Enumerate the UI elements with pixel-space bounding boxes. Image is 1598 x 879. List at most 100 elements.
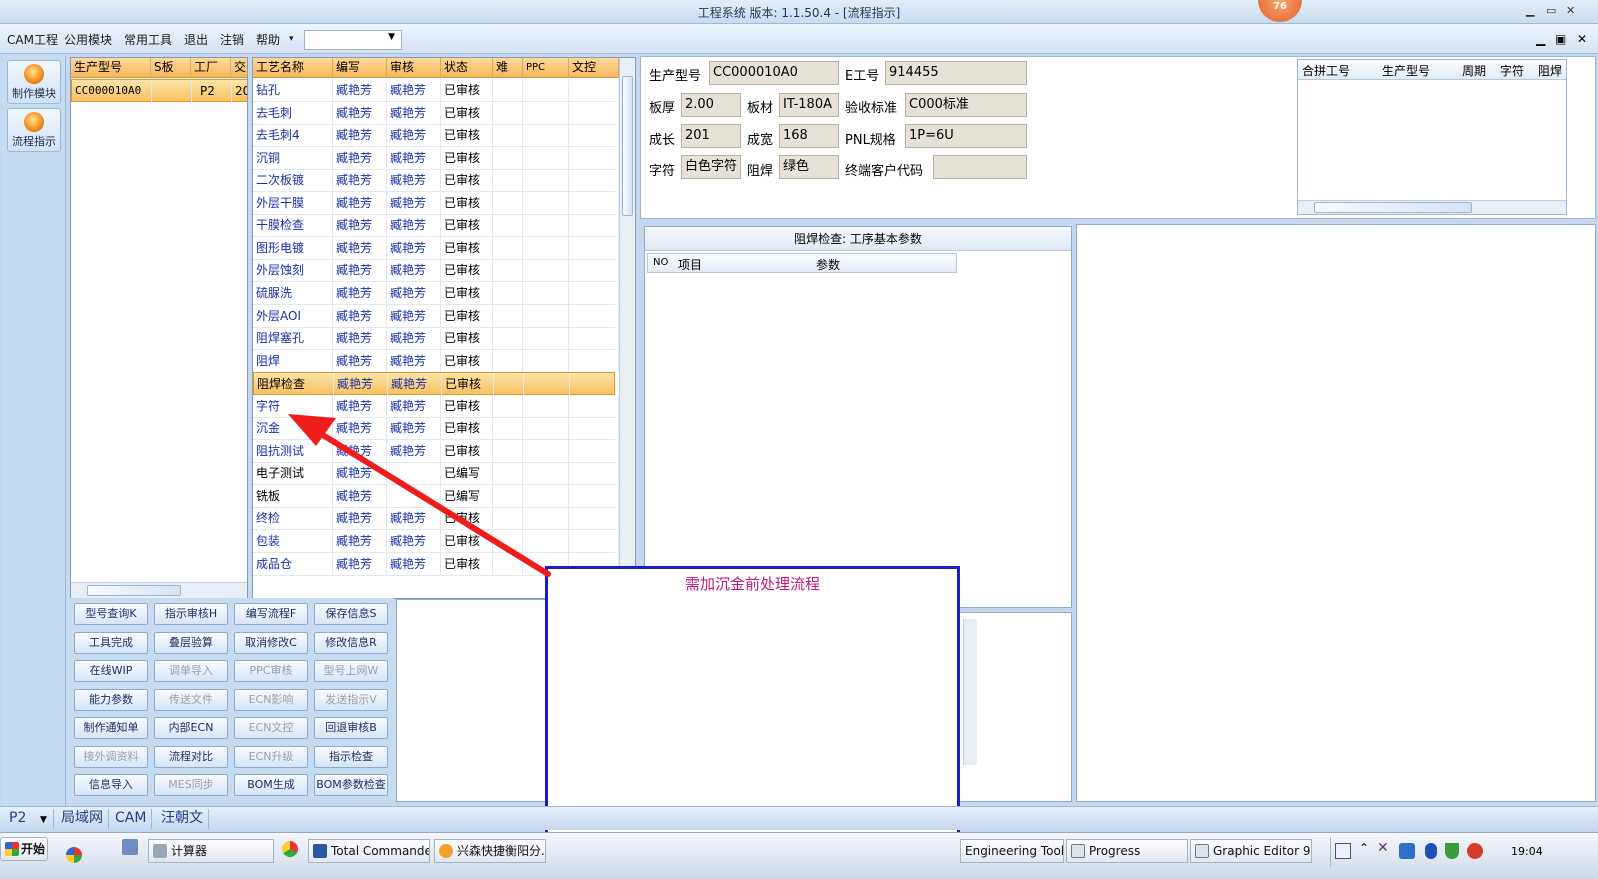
mdi-restore-icon[interactable]: ▣ (1555, 32, 1566, 46)
function-button[interactable]: 内部ECN (154, 717, 228, 739)
function-button[interactable]: 修改信息R (314, 631, 388, 654)
acceptance-standard-field[interactable]: C000标准 (905, 93, 1027, 117)
col-header[interactable]: 合拼工号 (1302, 62, 1350, 79)
minimize-icon[interactable]: ▁ (1526, 4, 1534, 17)
table-row[interactable]: 干膜检查 臧艳芳 臧艳芳 已审核 (253, 214, 619, 238)
tray-x-icon[interactable]: ✕ (1377, 840, 1389, 856)
table-row[interactable]: 外层干膜 臧艳芳 臧艳芳 已审核 (253, 191, 619, 215)
col-header[interactable]: 审核 (387, 58, 441, 78)
function-button[interactable]: 制作通知单 (74, 717, 148, 739)
col-header[interactable]: 阻焊 (1538, 62, 1562, 79)
chevron-down-icon[interactable]: ▼ (388, 32, 395, 42)
toolstrip-make-module[interactable]: 制作模块 (7, 60, 61, 104)
col-header[interactable]: 工厂 (191, 58, 231, 78)
table-row[interactable]: 铣板 臧艳芳 已编写 (253, 484, 619, 508)
horizontal-scrollbar[interactable] (71, 582, 247, 598)
scroll-thumb[interactable] (87, 585, 181, 596)
col-header[interactable]: 项目 (678, 256, 702, 273)
bluetooth-icon[interactable] (1425, 843, 1437, 859)
col-header[interactable]: 周期 (1462, 62, 1486, 79)
function-button[interactable]: BOM参数检查 (314, 774, 388, 796)
function-button[interactable]: 取消修改C (234, 631, 308, 654)
menu-help[interactable]: 帮助 (256, 31, 280, 48)
end-customer-code-field[interactable] (933, 155, 1027, 179)
e-number-field[interactable]: 914455 (885, 61, 1027, 85)
table-row[interactable]: 字符 臧艳芳 臧艳芳 已审核 (253, 394, 619, 418)
chevron-down-icon[interactable]: ▾ (289, 34, 294, 44)
task-company[interactable]: 兴森快捷衡阳分... (434, 839, 546, 863)
table-row[interactable]: 外层AOI 臧艳芳 臧艳芳 已审核 (253, 304, 619, 328)
col-header[interactable]: 难 (493, 58, 523, 78)
col-header[interactable]: 字符 (1500, 62, 1524, 79)
vertical-scrollbar[interactable] (963, 619, 977, 765)
table-row[interactable]: 电子测试 臧艳芳 已编写 (253, 462, 619, 486)
start-button[interactable]: 开始 (0, 837, 48, 861)
restore-icon[interactable]: ▭ (1546, 4, 1556, 17)
clock[interactable]: 19:04 (1511, 845, 1543, 858)
vertical-scrollbar[interactable] (619, 58, 635, 598)
tray-app-icon[interactable] (1467, 843, 1483, 859)
tray-network-icon[interactable] (1399, 843, 1415, 859)
close-icon[interactable]: ✕ (1566, 4, 1575, 17)
desktop-icon[interactable] (122, 839, 138, 855)
function-button[interactable]: 叠层验算 (154, 631, 228, 654)
task-graphic-editor[interactable]: Graphic Editor 9.0... (1190, 839, 1312, 863)
table-row[interactable]: 外层蚀刻 臧艳芳 臧艳芳 已审核 (253, 259, 619, 283)
table-row[interactable]: 二次板镀 臧艳芳 臧艳芳 已审核 (253, 169, 619, 193)
menu-logout[interactable]: 注销 (220, 31, 244, 48)
col-header[interactable]: 交 (231, 58, 247, 78)
chevron-down-icon[interactable]: ▼ (40, 815, 47, 825)
character-field[interactable]: 白色字符 (681, 155, 741, 179)
tray-expand-icon[interactable]: ⌃ (1359, 841, 1369, 855)
col-header[interactable]: 参数 (816, 256, 840, 273)
table-row[interactable]: 沉铜 臧艳芳 臧艳芳 已审核 (253, 146, 619, 170)
solder-mask-field[interactable]: 绿色 (779, 155, 839, 179)
function-button[interactable]: 指示检查 (314, 745, 388, 768)
function-button[interactable]: 指示审核H (154, 603, 228, 625)
pnl-spec-field[interactable]: 1P=6U (905, 124, 1027, 148)
table-row[interactable]: 钻孔 臧艳芳 臧艳芳 已审核 (253, 79, 619, 102)
table-row[interactable]: 包装 臧艳芳 臧艳芳 已审核 (253, 530, 619, 553)
table-row[interactable]: CC000010A0 P2 20 (71, 79, 247, 102)
mdi-minimize-icon[interactable]: ▁ (1536, 32, 1545, 46)
menu-combo[interactable]: ▼ (304, 30, 402, 50)
function-button[interactable]: 回退审核B (314, 717, 388, 739)
function-button[interactable]: 保存信息S (314, 603, 388, 625)
col-header[interactable]: S板 (151, 58, 191, 78)
table-row[interactable]: 去毛刺4 臧艳芳 臧艳芳 已审核 (253, 124, 619, 148)
scroll-thumb[interactable] (1314, 202, 1472, 213)
table-row[interactable]: 去毛刺 臧艳芳 臧艳芳 已审核 (253, 101, 619, 125)
width-field[interactable]: 168 (779, 124, 839, 148)
product-model-field[interactable]: CC000010A0 (709, 61, 839, 85)
table-row[interactable]: 图形电镀 臧艳芳 臧艳芳 已审核 (253, 236, 619, 260)
col-header[interactable]: NO (653, 257, 668, 268)
horizontal-scrollbar[interactable] (1298, 200, 1566, 214)
col-header[interactable]: 文控 (569, 58, 619, 78)
menu-common-modules[interactable]: 公用模块 (64, 31, 112, 48)
table-row[interactable]: 阻焊塞孔 臧艳芳 臧艳芳 已审核 (253, 327, 619, 351)
function-button[interactable]: 能力参数 (74, 688, 148, 711)
menu-cam[interactable]: CAM工程 (7, 31, 58, 48)
function-button[interactable]: 工具完成 (74, 631, 148, 654)
col-header[interactable]: 生产型号 (1382, 62, 1430, 79)
tray-window-icon[interactable] (1335, 843, 1351, 859)
col-header[interactable]: 状态 (441, 58, 493, 78)
col-header[interactable]: PPC (523, 58, 569, 78)
function-button[interactable]: 型号查询K (74, 603, 148, 625)
function-button[interactable]: 信息导入 (74, 774, 148, 796)
table-row[interactable]: 阻焊 臧艳芳 臧艳芳 已审核 (253, 349, 619, 373)
task-total-commander[interactable]: Total Commander ... (308, 839, 430, 863)
task-engineering-toolkit[interactable]: Engineering Toolki... (960, 839, 1064, 863)
function-button[interactable]: 编写流程F (234, 603, 308, 625)
col-header[interactable]: 工艺名称 (253, 58, 333, 78)
material-field[interactable]: IT-180A (779, 93, 839, 117)
quicklaunch-icon[interactable] (66, 847, 82, 863)
shield-icon[interactable] (1445, 843, 1459, 859)
task-progress[interactable]: Progress (1066, 839, 1188, 863)
function-button[interactable]: 流程对比 (154, 745, 228, 768)
menu-exit[interactable]: 退出 (184, 31, 208, 48)
length-field[interactable]: 201 (681, 124, 741, 148)
table-row[interactable]: 阻焊检查 臧艳芳 臧艳芳 已审核 (253, 372, 620, 396)
task-calculator[interactable]: 计算器 (148, 839, 274, 863)
mdi-close-icon[interactable]: ✕ (1577, 32, 1587, 46)
